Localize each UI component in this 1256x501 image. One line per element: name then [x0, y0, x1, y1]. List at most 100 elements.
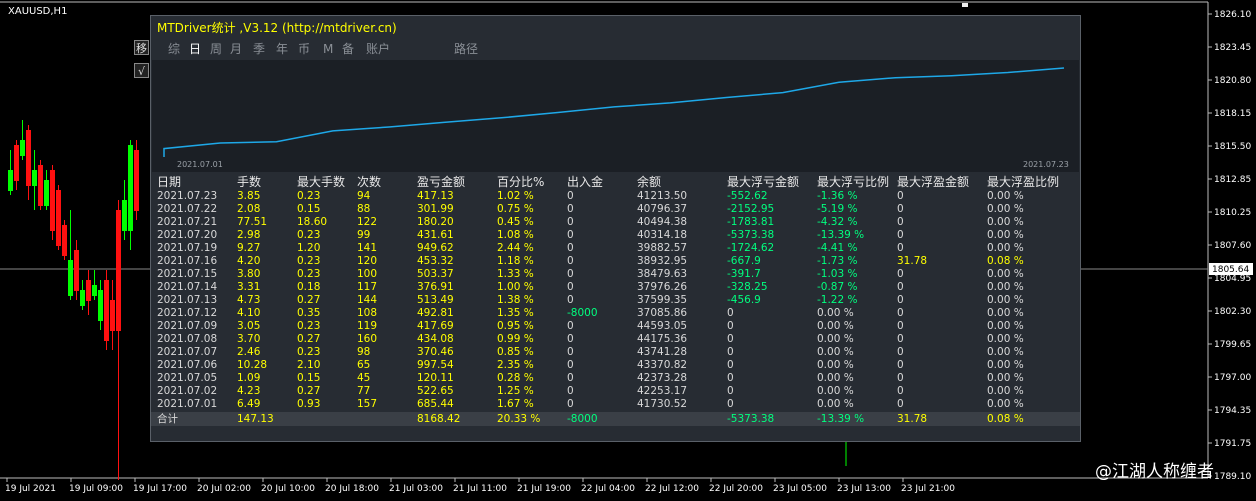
cell-6: 0: [567, 372, 574, 384]
cell-1: 2.46: [237, 346, 261, 358]
equity-line: [163, 67, 1065, 157]
tab-4[interactable]: 季: [253, 40, 265, 58]
cell-11: 0.00 %: [987, 294, 1024, 306]
cell-7: 38932.95: [637, 255, 688, 267]
cell-6: 0: [567, 359, 574, 371]
time-tick-label: 20 Jul 02:00: [197, 484, 251, 494]
price-tick-label: 1802.30: [1214, 307, 1251, 317]
cell-10: 0: [897, 398, 904, 410]
cell-3: 108: [357, 307, 378, 319]
price-tick-label: 1797.00: [1214, 373, 1251, 383]
tab-7[interactable]: M: [323, 40, 333, 58]
candle-body: [14, 145, 19, 181]
cell-4: 417.69: [417, 320, 454, 332]
cell-1: 9.27: [237, 242, 261, 254]
cell-7: 40494.38: [637, 216, 688, 228]
cell-8: -667.9: [727, 255, 761, 267]
current-price-label: 1805.64: [1212, 265, 1249, 275]
cell-6: 0: [567, 190, 574, 202]
cell-2: 18.60: [297, 216, 328, 228]
cell-3: 119: [357, 320, 378, 332]
cell-4: 8168.42: [417, 413, 461, 425]
tab-2[interactable]: 周: [210, 40, 222, 58]
cell-2: 0.23: [297, 255, 321, 267]
move-button[interactable]: 移: [134, 40, 149, 55]
cell-8: -1783.81: [727, 216, 775, 228]
price-tick-label: 1815.50: [1214, 142, 1251, 152]
cell-9: 0.00 %: [817, 307, 854, 319]
header-cell-5: 百分比%: [497, 175, 545, 189]
header-cell-11: 最大浮盈比例: [987, 175, 1060, 189]
cell-9: 0.00 %: [817, 346, 854, 358]
cell-3: 160: [357, 333, 378, 345]
candle-body: [92, 285, 97, 296]
table-row: 2021.07.16 4.20 0.23 120 453.32 1.18 % 0 38932.…: [151, 255, 1080, 268]
cell-0: 2021.07.09: [157, 320, 218, 332]
cell-8: -391.7: [727, 268, 761, 280]
price-tick-label: 1826.10: [1214, 10, 1251, 20]
cell-7: 44593.05: [637, 320, 688, 332]
header-cell-9: 最大浮亏比例: [817, 175, 890, 189]
cell-3: 120: [357, 255, 378, 267]
cell-8: -1724.62: [727, 242, 775, 254]
price-tick-label: 1818.15: [1214, 109, 1251, 119]
cell-1: 4.20: [237, 255, 261, 267]
cell-9: -1.73 %: [817, 255, 858, 267]
cell-10: 0: [897, 281, 904, 293]
cell-6: -8000: [567, 413, 598, 425]
cell-6: 0: [567, 255, 574, 267]
tab-0[interactable]: 综: [168, 40, 180, 58]
cell-3: 94: [357, 190, 371, 202]
candle-body: [122, 200, 127, 231]
cell-2: 2.10: [297, 359, 321, 371]
cell-5: 1.08 %: [497, 229, 534, 241]
header-cell-10: 最大浮盈金额: [897, 175, 970, 189]
cell-6: 0: [567, 268, 574, 280]
cell-2: 0.15: [297, 203, 321, 215]
cell-0: 2021.07.15: [157, 268, 218, 280]
price-tick-label: 1791.75: [1214, 439, 1251, 449]
cell-9: 0.00 %: [817, 398, 854, 410]
cell-7: 41213.50: [637, 190, 688, 202]
tab-10[interactable]: 路径: [454, 40, 478, 58]
cell-6: 0: [567, 216, 574, 228]
cell-0: 2021.07.16: [157, 255, 218, 267]
cell-6: 0: [567, 203, 574, 215]
cell-9: 0.00 %: [817, 385, 854, 397]
cell-4: 503.37: [417, 268, 454, 280]
price-tick-label: 1820.80: [1214, 76, 1251, 86]
tab-1[interactable]: 日: [189, 40, 201, 58]
table-total-row: 合计 147.13 8168.42 20.33 % -8000 -5373.38 -13.3…: [151, 412, 1080, 426]
cell-1: 2.98: [237, 229, 261, 241]
cell-9: -4.32 %: [817, 216, 858, 228]
tab-9[interactable]: 账户: [366, 40, 390, 58]
cell-9: -1.22 %: [817, 294, 858, 306]
price-tick-label: 1810.25: [1214, 208, 1251, 218]
time-tick-label: 19 Jul 17:00: [133, 484, 187, 494]
cell-0: 2021.07.02: [157, 385, 218, 397]
cell-2: 0.35: [297, 307, 321, 319]
candle-body: [38, 165, 43, 206]
cell-3: 117: [357, 281, 378, 293]
tab-6[interactable]: 币: [298, 40, 310, 58]
cell-0: 2021.07.20: [157, 229, 218, 241]
time-tick-label: 22 Jul 04:00: [581, 484, 635, 494]
tab-8[interactable]: 备: [342, 40, 354, 58]
cell-8: 0: [727, 333, 734, 345]
tab-5[interactable]: 年: [276, 40, 288, 58]
cell-8: 0: [727, 398, 734, 410]
graph-start-date: 2021.07.01: [177, 160, 223, 169]
table-row: 2021.07.22 2.08 0.15 88 301.99 0.75 % 0 40796.3…: [151, 203, 1080, 216]
check-button[interactable]: √: [134, 63, 149, 78]
cell-8: -2152.95: [727, 203, 775, 215]
candle-body: [134, 150, 139, 211]
tab-3[interactable]: 月: [230, 40, 242, 58]
header-cell-7: 余额: [637, 175, 662, 189]
table-row: 2021.07.09 3.05 0.23 119 417.69 0.95 % 0 44593.…: [151, 320, 1080, 333]
cell-0: 2021.07.23: [157, 190, 218, 202]
tab-bar: 综日周月季年币 M 备账户 路径: [151, 40, 1080, 58]
cell-2: 0.27: [297, 294, 321, 306]
cell-4: 949.62: [417, 242, 454, 254]
cell-8: 0: [727, 346, 734, 358]
table-row: 2021.07.02 4.23 0.27 77 522.65 1.25 % 0 42253.1…: [151, 385, 1080, 398]
